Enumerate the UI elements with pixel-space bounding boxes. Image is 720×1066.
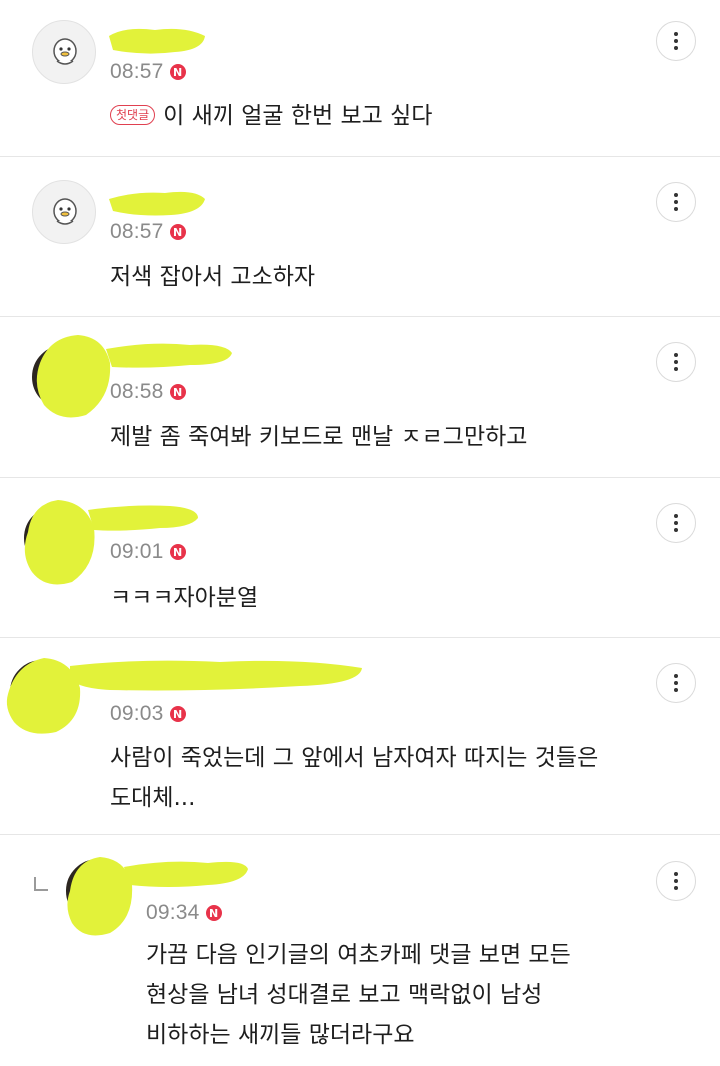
- more-options-button[interactable]: [656, 663, 696, 703]
- avatar[interactable]: [32, 20, 96, 84]
- comment-item: 08:58 N 제발 좀 죽여봐 키보드로 맨날 ㅈㄹ그만하고: [0, 317, 720, 478]
- first-comment-badge: 첫댓글: [110, 105, 156, 125]
- more-vertical-icon: [674, 514, 678, 518]
- more-options-button[interactable]: [656, 503, 696, 543]
- comment-text-line: 저색 잡아서 고소하자: [110, 264, 316, 290]
- comment-time: 08:57: [110, 220, 164, 243]
- comment-meta: 08:57 N: [110, 60, 186, 84]
- more-vertical-icon: [674, 872, 678, 876]
- comment-text-line: 비하하는 새끼들 많더라구요: [146, 1022, 415, 1048]
- comment-time: 09:34: [146, 901, 200, 924]
- more-vertical-icon: [674, 32, 678, 36]
- new-badge: N: [169, 64, 186, 80]
- comment-text-line: 현상을 남녀 성대결로 보고 맥락없이 남성: [146, 982, 543, 1008]
- new-badge: N: [169, 544, 186, 560]
- comment-text-line: 제발 좀 죽여봐 키보드로 맨날 ㅈㄹ그만하고: [110, 424, 528, 450]
- comment-time: 09:01: [110, 540, 164, 563]
- more-options-button[interactable]: [656, 21, 696, 61]
- more-vertical-icon: [674, 674, 678, 678]
- comment-text-line: 가끔 다음 인기글의 여초카페 댓글 보면 모든: [146, 942, 571, 968]
- comment-item: 08:57 N 저색 잡아서 고소하자: [0, 157, 720, 317]
- comment-text-line: 도대체...: [110, 785, 196, 811]
- comment-meta: 09:34 N: [146, 901, 222, 925]
- new-badge: N: [169, 224, 186, 240]
- comment-meta: 08:58 N: [110, 380, 186, 404]
- more-vertical-icon: [674, 353, 678, 357]
- redacted-username: [109, 191, 205, 216]
- new-badge: N: [169, 706, 186, 722]
- redacted-username: [109, 28, 205, 54]
- comment-item: 09:01 N ㅋㅋㅋ자아분열: [0, 478, 720, 638]
- comment-time: 09:03: [110, 702, 164, 725]
- comment-meta: 09:03 N: [110, 702, 186, 726]
- character-avatar-icon: [53, 38, 77, 65]
- new-badge: N: [205, 905, 222, 921]
- reply-comment-item: 09:34 N 가끔 다음 인기글의 여초카페 댓글 보면 모든 현상을 남녀 …: [0, 835, 720, 1066]
- new-badge: N: [169, 384, 186, 400]
- comment-item: 09:03 N 사람이 죽었는데 그 앞에서 남자여자 따지는 것들은 도대체.…: [0, 638, 720, 835]
- comment-text: 첫댓글 이 새끼 얼굴 한번 보고 싶다: [110, 96, 432, 136]
- comment-text-line: ㅋㅋㅋ자아분열: [110, 585, 259, 611]
- comment-time: 08:58: [110, 380, 164, 403]
- more-vertical-icon: [674, 193, 678, 197]
- comment-meta: 09:01 N: [110, 540, 186, 564]
- redacted-avatar-and-username: [6, 658, 362, 734]
- reply-arrow-icon: [34, 877, 48, 891]
- more-options-button[interactable]: [656, 342, 696, 382]
- more-options-button[interactable]: [656, 861, 696, 901]
- comment-item: 08:57 N 첫댓글 이 새끼 얼굴 한번 보고 싶다: [0, 0, 720, 157]
- character-avatar-icon: [53, 198, 77, 225]
- more-options-button[interactable]: [656, 182, 696, 222]
- comment-time: 08:57: [110, 60, 164, 83]
- comment-meta: 08:57 N: [110, 220, 186, 244]
- comment-text-line: 이 새끼 얼굴 한번 보고 싶다: [163, 103, 433, 129]
- redacted-avatar-and-username: [67, 857, 248, 936]
- avatar[interactable]: [32, 180, 96, 244]
- comment-text-line: 사람이 죽었는데 그 앞에서 남자여자 따지는 것들은: [110, 745, 599, 771]
